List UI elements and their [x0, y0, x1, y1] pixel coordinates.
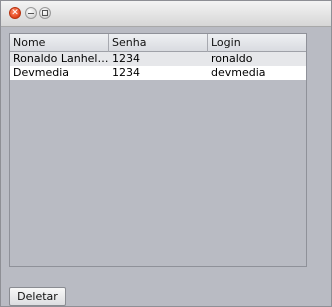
users-table[interactable]: Nome Senha Login Ronaldo Lanhell... 1234…: [9, 33, 307, 267]
table-header: Nome Senha Login: [10, 34, 306, 52]
cell-nome[interactable]: Devmedia: [10, 66, 109, 80]
title-bar[interactable]: ✕: [1, 1, 331, 27]
cell-login[interactable]: ronaldo: [208, 52, 306, 66]
cell-login[interactable]: devmedia: [208, 66, 306, 80]
app-window: ✕ Nome Senha Login Ronaldo Lanhell... 12…: [0, 0, 332, 307]
column-header-senha[interactable]: Senha: [109, 34, 208, 52]
column-header-login[interactable]: Login: [208, 34, 306, 52]
column-header-nome[interactable]: Nome: [10, 34, 109, 52]
cell-senha[interactable]: 1234: [109, 52, 208, 66]
minimize-icon[interactable]: [25, 7, 37, 19]
cell-senha[interactable]: 1234: [109, 66, 208, 80]
close-icon[interactable]: ✕: [9, 7, 21, 19]
maximize-square: [42, 10, 48, 16]
table-row[interactable]: Ronaldo Lanhell... 1234 ronaldo: [10, 52, 306, 66]
maximize-icon[interactable]: [39, 7, 51, 19]
minimize-bar: [28, 12, 34, 14]
delete-button[interactable]: Deletar: [9, 287, 66, 306]
cell-nome[interactable]: Ronaldo Lanhell...: [10, 52, 109, 66]
table-row[interactable]: Devmedia 1234 devmedia: [10, 66, 306, 80]
